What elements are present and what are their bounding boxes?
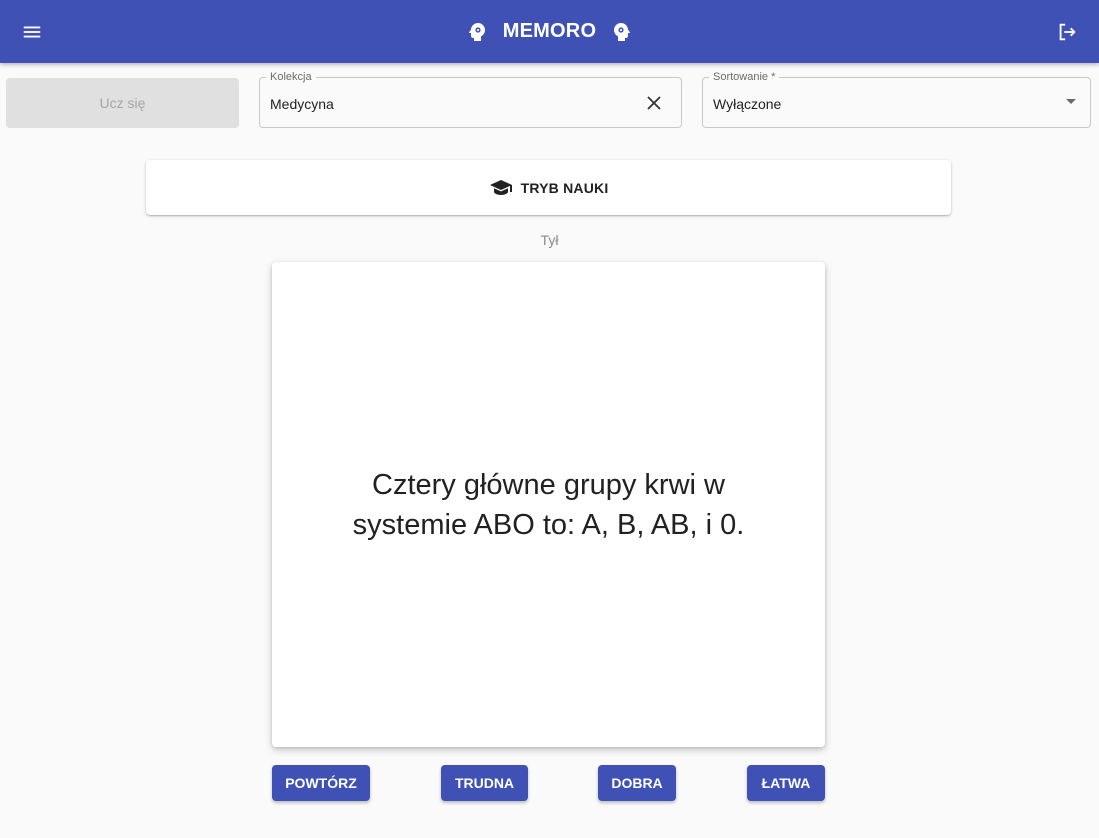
- flashcard-text: Cztery główne grupy krwi w systemie ABO …: [352, 468, 745, 541]
- sorting-value: Wyłączone: [713, 96, 782, 112]
- sorting-select[interactable]: Sortowanie * Wyłączone: [702, 70, 1091, 128]
- collection-label: Kolekcja: [266, 70, 316, 84]
- app-bar: MEMORO: [0, 0, 1099, 63]
- study-mode-title: TRYB NAUKI: [520, 179, 609, 196]
- learn-button: Ucz się: [6, 78, 239, 128]
- collection-value: Medycyna: [270, 96, 334, 112]
- logout-button[interactable]: [1049, 14, 1085, 50]
- sorting-label: Sortowanie *: [709, 70, 780, 84]
- study-mode-card: TRYB NAUKI: [146, 160, 951, 215]
- close-icon: [647, 96, 661, 110]
- flashcard[interactable]: Cztery główne grupy krwi w systemie ABO …: [272, 262, 825, 747]
- good-button[interactable]: DOBRA: [598, 765, 676, 801]
- dropdown-arrow-icon[interactable]: [1066, 99, 1076, 104]
- brand: MEMORO: [0, 0, 1099, 63]
- collection-field[interactable]: Kolekcja Medycyna: [259, 70, 682, 128]
- repeat-button[interactable]: POWTÓRZ: [272, 765, 370, 801]
- menu-icon: [23, 26, 41, 38]
- easy-button[interactable]: ŁATWA: [747, 765, 825, 801]
- hard-button[interactable]: TRUDNA: [441, 765, 528, 801]
- brain-head-icon: [468, 22, 485, 41]
- brain-head-icon: [614, 22, 631, 41]
- logout-icon: [1059, 23, 1076, 41]
- graduation-cap-icon: [489, 179, 512, 195]
- card-side-label: Tył: [540, 232, 559, 248]
- clear-collection-button[interactable]: [644, 93, 664, 113]
- app-title: MEMORO: [502, 20, 597, 42]
- menu-button[interactable]: [14, 14, 50, 50]
